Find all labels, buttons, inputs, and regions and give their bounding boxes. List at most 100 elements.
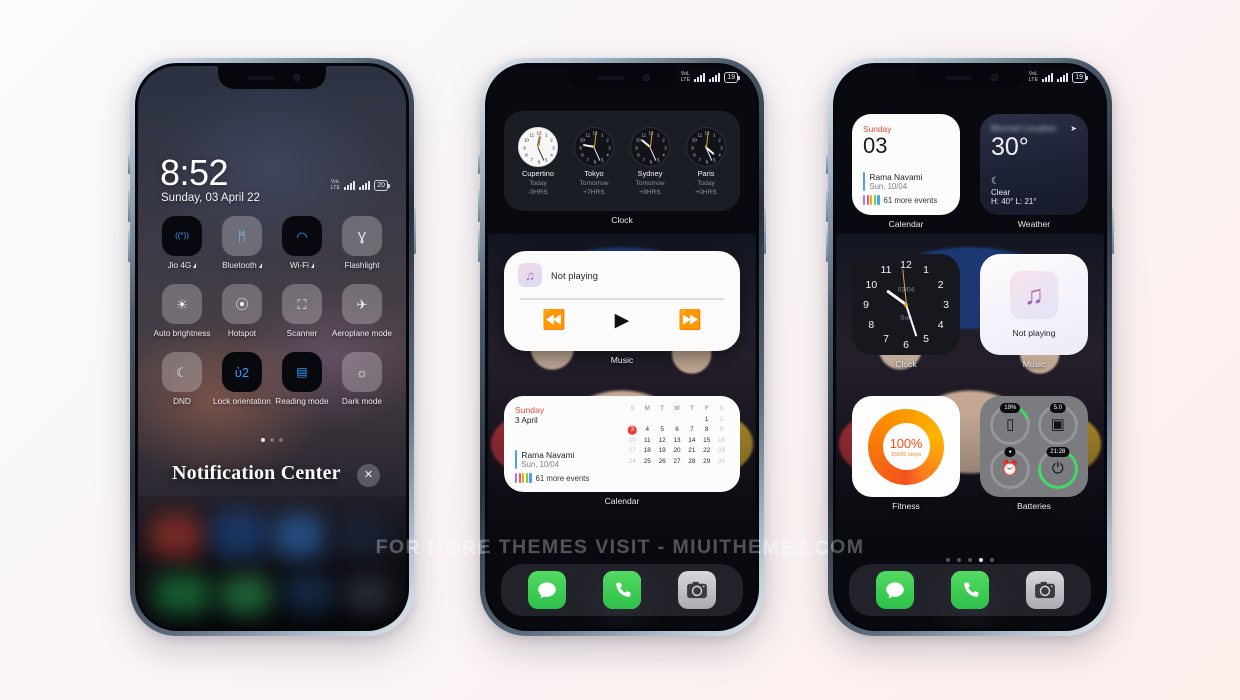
messages-app[interactable] <box>527 571 566 609</box>
home-page-dots[interactable] <box>836 558 1104 562</box>
page-dot[interactable] <box>270 438 274 442</box>
brightness-icon[interactable]: ☀ <box>161 284 202 324</box>
cc-toggle-label-row: Flashlight <box>344 261 379 270</box>
hotspot-icon[interactable]: ⦿ <box>221 284 262 324</box>
cc-toggle-label-row: Bluetooth <box>222 261 262 270</box>
calendar-day-cell: 10 <box>628 436 636 444</box>
phone-app[interactable] <box>951 571 989 609</box>
mute-switch[interactable] <box>826 154 828 174</box>
widget-calendar[interactable]: Sunday 3 April Rama Navami Sun, 10/04 61… <box>504 396 740 506</box>
next-track-icon[interactable]: ⏩ <box>678 311 702 330</box>
page-dot[interactable] <box>968 558 972 562</box>
calendar-day-cell: 27 <box>673 457 681 465</box>
bluetooth-icon[interactable]: ᛗ <box>221 216 262 256</box>
play-icon[interactable]: ▶ <box>615 311 630 330</box>
volume-down-button[interactable] <box>826 230 828 262</box>
battery-percent-pill: 19% <box>1000 403 1021 413</box>
widget-fitness[interactable]: 100% 15695 steps Fitness <box>852 396 960 511</box>
page-dot[interactable] <box>957 558 961 562</box>
cc-toggle-lock-orientation[interactable]: ὑ2 Lock orientation <box>212 352 272 406</box>
camera-app[interactable] <box>1026 571 1065 609</box>
volume-up-button[interactable] <box>826 190 828 222</box>
power-button[interactable] <box>1112 208 1114 254</box>
power-button[interactable] <box>764 208 766 254</box>
phone-1-lockscreen-control-center: VoL LTE 20 8:52 Sunday, 03 April 22 ((*))… <box>128 58 416 636</box>
volume-up-button[interactable] <box>478 190 480 222</box>
weather-location: Blurred Location <box>991 123 1057 133</box>
cc-toggle-jio-4g[interactable]: ((*)) Jio 4G <box>152 216 212 270</box>
page-dot[interactable] <box>279 438 283 442</box>
album-art-placeholder: ♫ <box>1010 271 1058 319</box>
previous-track-icon[interactable]: ⏪ <box>542 311 566 330</box>
phone-app[interactable] <box>603 571 641 609</box>
page-dot[interactable] <box>990 558 994 562</box>
mute-switch[interactable] <box>478 154 480 174</box>
airplane-icon[interactable]: ✈ <box>341 284 382 324</box>
calendar-day-cell: 25 <box>643 457 651 465</box>
close-icon[interactable]: ✕ <box>357 464 380 487</box>
widget-clock[interactable]: 03/04 Sun 1 2 3 4 5 6 7 8 9 10 11 12 Clock <box>852 254 960 369</box>
expand-arrow-icon[interactable] <box>310 263 314 268</box>
book-icon[interactable]: ▤ <box>281 352 322 392</box>
widget-label: Clock <box>895 359 917 369</box>
widget-batteries[interactable]: ▯ 19% ▣ 5.0 ⏰ ● ⏻ 21:28 Batteries <box>980 396 1088 511</box>
cc-toggle-dnd[interactable]: ☾ DND <box>152 352 212 406</box>
cc-toggle-auto-brightness[interactable]: ☀ Auto brightness <box>152 284 212 338</box>
calendar-day-cell: 23 <box>718 447 726 454</box>
calendar-day-cell: 20 <box>673 447 681 454</box>
weather-temperature: 30° <box>991 133 1029 161</box>
page-dot[interactable] <box>261 438 265 442</box>
fitness-percent: 100% <box>889 435 923 451</box>
cellular-icon[interactable]: ((*)) <box>161 216 202 256</box>
expand-arrow-icon[interactable] <box>193 263 197 268</box>
event-color-bar <box>515 450 518 469</box>
notch <box>568 66 676 89</box>
volume-down-button[interactable] <box>128 230 130 262</box>
flashlight-icon[interactable]: Ɣ <box>341 216 382 256</box>
calendar-day-cell: 28 <box>688 457 696 465</box>
page-dot[interactable] <box>946 558 950 562</box>
signal-sim2-icon <box>1057 73 1069 82</box>
calendar-day-cell: 8 <box>704 426 709 433</box>
calendar-day-cell <box>625 416 640 424</box>
widget-weather[interactable]: Blurred Location ➤ 30° ☾ Clear H: 40° L:… <box>980 114 1088 229</box>
volume-up-button[interactable] <box>128 190 130 222</box>
messages-app[interactable] <box>875 571 914 609</box>
calendar-dow-header: T <box>660 405 665 412</box>
page-dot[interactable] <box>979 558 983 562</box>
dark-mode-icon[interactable]: ☼ <box>341 352 382 392</box>
widget-music[interactable]: ♫ Not playing ⏪ ▶ ⏩ Music <box>504 251 740 365</box>
cc-toggle-reading-mode[interactable]: ▤ Reading mode <box>272 352 332 406</box>
rotation-lock-icon[interactable]: ὑ2 <box>221 352 262 392</box>
scanner-icon[interactable]: ⛶ <box>281 284 322 324</box>
progress-bar[interactable] <box>520 298 724 300</box>
clock-hand <box>593 146 601 161</box>
cc-toggle-aeroplane-mode[interactable]: ✈ Aeroplane mode <box>332 284 392 338</box>
notch <box>218 66 326 89</box>
widget-music[interactable]: ♫ Not playing Music <box>980 254 1088 369</box>
power-button[interactable] <box>414 208 416 254</box>
camera-app[interactable] <box>678 571 717 609</box>
mute-switch[interactable] <box>128 154 130 174</box>
cc-toggle-scanner[interactable]: ⛶ Scanner <box>272 284 332 338</box>
control-center-page-dots[interactable] <box>138 438 406 442</box>
cc-toggle-label-row: Lock orientation <box>213 397 271 406</box>
volte-icon: VoL LTE <box>1028 71 1039 83</box>
cc-toggle-bluetooth[interactable]: ᛗ Bluetooth <box>212 216 272 270</box>
calendar-day-cell: 14 <box>688 436 696 444</box>
widget-calendar[interactable]: Sunday 03 Rama Navami Sun, 10/04 61 more… <box>852 114 960 229</box>
cc-toggle-wi-fi[interactable]: ◠ Wi-Fi <box>272 216 332 270</box>
volume-down-button[interactable] <box>478 230 480 262</box>
album-art-placeholder: ♫ <box>518 263 542 287</box>
widget-clock-world[interactable]: 123456789101112CupertinoToday-9HRS 123456… <box>504 111 740 225</box>
cc-toggle-flashlight[interactable]: Ɣ Flashlight <box>332 216 392 270</box>
cc-toggle-dark-mode[interactable]: ☼ Dark mode <box>332 352 392 406</box>
world-clock-tokyo: 123456789101112TokyoTomorrow+7HRS <box>574 126 614 196</box>
calendar-day-cell <box>655 416 670 424</box>
moon-icon[interactable]: ☾ <box>161 352 202 392</box>
world-clock-cupertino: 123456789101112CupertinoToday-9HRS <box>518 126 558 196</box>
calendar-date: 3 April <box>515 416 538 425</box>
expand-arrow-icon[interactable] <box>258 263 262 268</box>
cc-toggle-hotspot[interactable]: ⦿ Hotspot <box>212 284 272 338</box>
wifi-icon[interactable]: ◠ <box>281 216 322 256</box>
